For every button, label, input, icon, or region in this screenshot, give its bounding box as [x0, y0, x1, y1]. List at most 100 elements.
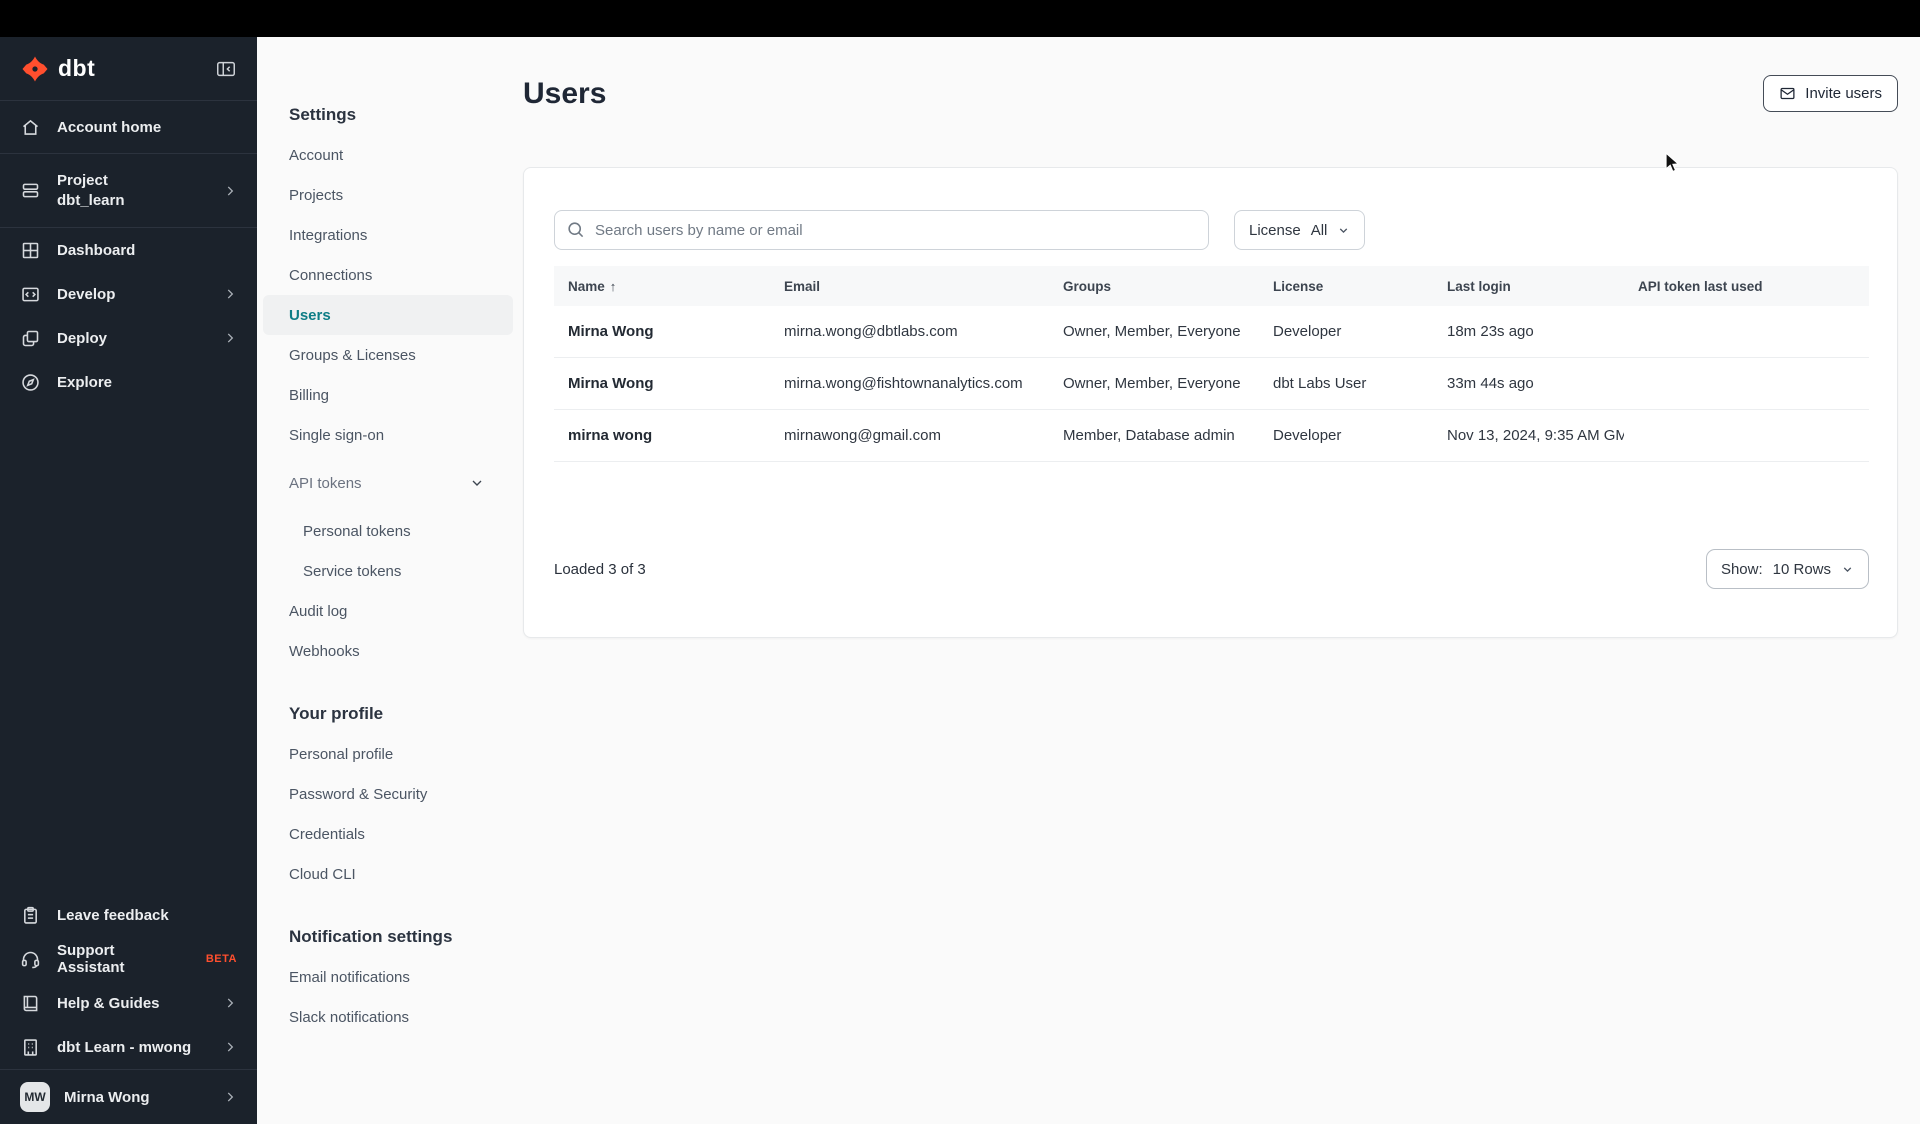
sidebar-item-develop[interactable]: Develop	[0, 272, 257, 316]
rows-per-page-dropdown[interactable]: Show: 10 Rows	[1705, 549, 1869, 589]
cell-license: Developer	[1273, 427, 1342, 444]
sidebar-item-help-guides[interactable]: Help & Guides	[0, 981, 257, 1025]
cell-groups: Owner, Member, Everyone	[1063, 323, 1241, 340]
table-row[interactable]: Mirna Wong mirna.wong@dbtlabs.com Owner,…	[554, 306, 1869, 358]
invite-users-button[interactable]: Invite users	[1763, 75, 1898, 112]
cell-license: Developer	[1273, 323, 1342, 340]
sidebar-item-account-home[interactable]: Account home	[0, 101, 257, 153]
sidebar-item-deploy[interactable]: Deploy	[0, 316, 257, 360]
dbt-logo-icon	[20, 54, 50, 84]
sidebar-item-sublabel: dbt_learn	[57, 191, 125, 209]
collapse-sidebar-icon[interactable]	[215, 58, 237, 80]
search-users-input[interactable]	[554, 210, 1209, 250]
building-icon	[20, 1037, 41, 1058]
settings-nav-item-label: API tokens	[289, 474, 362, 492]
settings-nav-item-slack-notifications[interactable]: Slack notifications	[257, 997, 513, 1037]
sidebar-item-label: Leave feedback	[57, 906, 169, 924]
loaded-status: Loaded 3 of 3	[554, 560, 646, 578]
sort-asc-icon: ↑	[609, 278, 617, 294]
user-name: Mirna Wong	[64, 1088, 150, 1106]
column-header-license[interactable]: License	[1259, 279, 1433, 294]
settings-nav-item-email-notifications[interactable]: Email notifications	[257, 957, 513, 997]
cell-name: Mirna Wong	[568, 323, 654, 340]
top-bar	[0, 0, 1920, 37]
table-row[interactable]: mirna wong mirnawong@gmail.com Member, D…	[554, 410, 1869, 462]
beta-badge: BETA	[205, 953, 237, 965]
settings-nav-item-account[interactable]: Account	[257, 135, 513, 175]
settings-nav-item-password-security[interactable]: Password & Security	[257, 774, 513, 814]
sidebar-item-support-assistant[interactable]: Support Assistant BETA	[0, 937, 257, 981]
cell-last-login: Nov 13, 2024, 9:35 AM GMT	[1447, 427, 1624, 444]
explore-icon	[20, 372, 41, 393]
dashboard-icon	[20, 240, 41, 261]
cell-name: mirna wong	[568, 427, 653, 444]
settings-nav-item-single-sign-on[interactable]: Single sign-on	[257, 415, 513, 455]
column-header-groups[interactable]: Groups	[1049, 279, 1259, 294]
users-card: License All Name↑ Email Groups License L…	[523, 167, 1898, 638]
primary-sidebar: dbt Account home Project dbt_learn Dashb…	[0, 37, 257, 1124]
settings-nav-item-personal-profile[interactable]: Personal profile	[257, 734, 513, 774]
avatar: MW	[20, 1082, 50, 1112]
sidebar-item-label: Support Assistant	[57, 942, 125, 976]
cell-email: mirnawong@gmail.com	[784, 427, 941, 444]
chevron-right-icon	[223, 996, 237, 1010]
settings-nav-item-integrations[interactable]: Integrations	[257, 215, 513, 255]
project-icon	[20, 180, 41, 201]
table-header-row: Name ↑ Email Groups License Last login AP…	[554, 266, 1869, 306]
sidebar-item-project[interactable]: Project dbt_learn	[0, 154, 257, 227]
cell-name: Mirna Wong	[568, 375, 654, 392]
chevron-right-icon	[223, 287, 237, 301]
license-filter-label: License	[1249, 221, 1301, 239]
column-header-name[interactable]: Name ↑	[554, 279, 770, 294]
chevron-down-icon	[1337, 224, 1350, 237]
cell-groups: Owner, Member, Everyone	[1063, 375, 1241, 392]
settings-nav-item-credentials[interactable]: Credentials	[257, 814, 513, 854]
cell-email: mirna.wong@fishtownanalytics.com	[784, 375, 1023, 392]
license-filter-dropdown[interactable]: License All	[1234, 210, 1366, 250]
cell-license: dbt Labs User	[1273, 375, 1367, 392]
show-value: 10 Rows	[1772, 560, 1831, 578]
column-header-last-login[interactable]: Last login	[1433, 279, 1624, 294]
clipboard-icon	[20, 905, 41, 926]
sidebar-item-label: Dashboard	[57, 241, 136, 259]
mail-icon	[1779, 85, 1796, 102]
headset-icon	[20, 949, 41, 970]
book-icon	[20, 993, 41, 1014]
chevron-down-icon	[469, 475, 485, 491]
show-label: Show:	[1720, 560, 1763, 578]
cell-groups: Member, Database admin	[1063, 427, 1235, 444]
settings-nav-item-billing[interactable]: Billing	[257, 375, 513, 415]
sidebar-item-explore[interactable]: Explore	[0, 360, 257, 404]
chevron-right-icon	[223, 1040, 237, 1054]
column-header-api-token-last-used[interactable]: API token last used	[1624, 279, 1869, 294]
sidebar-item-label: Deploy	[57, 329, 108, 347]
settings-nav-item-webhooks[interactable]: Webhooks	[257, 631, 513, 671]
sidebar-item-label: Account home	[57, 118, 162, 136]
settings-nav-item-cloud-cli[interactable]: Cloud CLI	[257, 854, 513, 894]
sidebar-item-label: dbt Learn - mwong	[57, 1038, 192, 1056]
license-filter-value: All	[1310, 221, 1328, 239]
develop-icon	[20, 284, 41, 305]
user-menu[interactable]: MW Mirna Wong	[0, 1070, 257, 1124]
settings-nav-item-api-tokens[interactable]: API tokens	[257, 463, 513, 503]
settings-nav-item-audit-log[interactable]: Audit log	[257, 591, 513, 631]
home-icon	[20, 117, 41, 138]
cell-last-login: 33m 44s ago	[1447, 375, 1534, 392]
settings-nav-item-personal-tokens[interactable]: Personal tokens	[257, 511, 513, 551]
sidebar-item-dashboard[interactable]: Dashboard	[0, 228, 257, 272]
chevron-right-icon	[223, 184, 237, 198]
deploy-icon	[20, 328, 41, 349]
chevron-right-icon	[223, 1090, 237, 1104]
sidebar-item-dbt-learn-account[interactable]: dbt Learn - mwong	[0, 1025, 257, 1069]
table-row[interactable]: Mirna Wong mirna.wong@fishtownanalytics.…	[554, 358, 1869, 410]
settings-nav-item-groups-licenses[interactable]: Groups & Licenses	[257, 335, 513, 375]
sidebar-item-leave-feedback[interactable]: Leave feedback	[0, 893, 257, 937]
settings-nav-item-projects[interactable]: Projects	[257, 175, 513, 215]
cell-last-login: 18m 23s ago	[1447, 323, 1534, 340]
column-header-email[interactable]: Email	[770, 279, 1049, 294]
settings-nav-item-users[interactable]: Users	[263, 295, 513, 335]
settings-nav-item-service-tokens[interactable]: Service tokens	[257, 551, 513, 591]
sidebar-item-label: Develop	[57, 285, 116, 303]
notification-section-header: Notification settings	[289, 927, 453, 946]
settings-nav-item-connections[interactable]: Connections	[257, 255, 513, 295]
